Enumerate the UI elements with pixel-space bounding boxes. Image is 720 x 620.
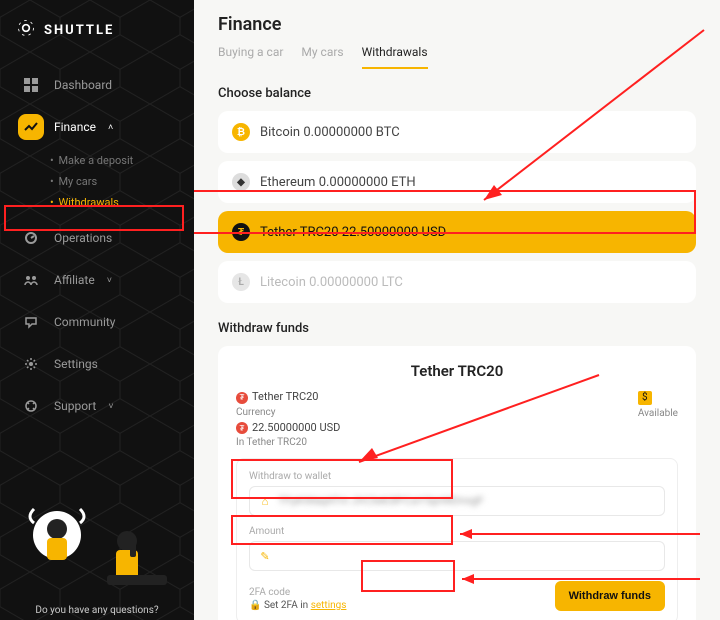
main-content: Finance Buying a car My cars Withdrawals… bbox=[194, 0, 720, 620]
affiliate-icon bbox=[18, 267, 44, 293]
tab-withdrawals[interactable]: Withdrawals bbox=[362, 45, 428, 69]
sidebar-item-dashboard[interactable]: Dashboard bbox=[10, 64, 184, 106]
amount-field: Amount ✎ bbox=[249, 526, 665, 571]
tether-mini-icon: ₮ bbox=[236, 392, 248, 404]
sidebar-item-label: Support bbox=[54, 399, 96, 413]
sidebar-item-label: Settings bbox=[54, 357, 98, 371]
withdraw-panel: Tether TRC20 ₮Tether TRC20 Currency ₮22.… bbox=[218, 346, 696, 620]
balance-tether[interactable]: ₮ Tether TRC20 22.50000000 USD bbox=[218, 211, 696, 253]
finance-icon bbox=[18, 114, 44, 140]
operations-icon bbox=[18, 225, 44, 251]
brand: SHUTTLE bbox=[0, 0, 194, 64]
tab-my-cars[interactable]: My cars bbox=[301, 45, 343, 69]
tether-mini-icon: ₮ bbox=[236, 422, 248, 434]
wallet-input[interactable] bbox=[278, 495, 656, 507]
gear-icon bbox=[18, 351, 44, 377]
dollar-icon: $ bbox=[638, 391, 652, 405]
page-title: Finance bbox=[218, 14, 696, 35]
sidebar-item-operations[interactable]: Operations bbox=[10, 217, 184, 259]
amount-label: Amount bbox=[249, 526, 665, 537]
tfa-block: 2FA code 🔒 Set 2FA in settings bbox=[249, 587, 346, 611]
withdraw-button[interactable]: Withdraw funds bbox=[555, 581, 665, 611]
sidebar-item-finance[interactable]: Finance ˄ bbox=[10, 106, 184, 148]
tab-buying-a-car[interactable]: Buying a car bbox=[218, 45, 283, 69]
panel-title: Tether TRC20 bbox=[236, 362, 678, 380]
subnav-my-cars[interactable]: My cars bbox=[50, 171, 184, 192]
wallet-label: Withdraw to wallet bbox=[249, 471, 665, 482]
sidebar: SHUTTLE Dashboard Finance ˄ Make a depos… bbox=[0, 0, 194, 620]
amount-input[interactable] bbox=[278, 550, 656, 562]
withdraw-form: Withdraw to wallet ⌂ Amount ✎ 2FA code 🔒… bbox=[236, 458, 678, 620]
help-text: Do you have any questions? bbox=[0, 601, 194, 620]
litecoin-icon: Ł bbox=[232, 273, 250, 291]
tfa-label: 2FA code bbox=[249, 587, 346, 598]
form-footer: 2FA code 🔒 Set 2FA in settings Withdraw … bbox=[249, 581, 665, 611]
help-illustration bbox=[10, 483, 184, 593]
subnav-withdrawals[interactable]: Withdrawals bbox=[50, 192, 184, 213]
tfa-settings-link[interactable]: settings bbox=[311, 600, 347, 611]
sidebar-item-label: Operations bbox=[54, 231, 112, 245]
tabs: Buying a car My cars Withdrawals bbox=[218, 45, 696, 70]
sidebar-item-label: Finance bbox=[54, 120, 96, 134]
balance-litecoin[interactable]: Ł Litecoin 0.00000000 LTC bbox=[218, 261, 696, 303]
balance-list: ₿ Bitcoin 0.00000000 BTC ◆ Ethereum 0.00… bbox=[218, 111, 696, 303]
community-icon bbox=[18, 309, 44, 335]
subnav-make-deposit[interactable]: Make a deposit bbox=[50, 150, 184, 171]
bitcoin-icon: ₿ bbox=[232, 123, 250, 141]
support-icon bbox=[18, 393, 44, 419]
chevron-up-icon: ˄ bbox=[108, 122, 113, 133]
finance-submenu: Make a deposit My cars Withdrawals bbox=[50, 150, 184, 213]
wallet-input-wrap[interactable]: ⌂ bbox=[249, 486, 665, 516]
sidebar-item-support[interactable]: Support ˅ bbox=[10, 385, 184, 427]
brand-logo-icon bbox=[16, 18, 36, 42]
nav: Dashboard Finance ˄ Make a deposit My ca… bbox=[0, 64, 194, 427]
balance-bitcoin[interactable]: ₿ Bitcoin 0.00000000 BTC bbox=[218, 111, 696, 153]
amount-input-wrap[interactable]: ✎ bbox=[249, 541, 665, 571]
sidebar-item-affiliate[interactable]: Affiliate ˅ bbox=[10, 259, 184, 301]
dashboard-icon bbox=[18, 72, 44, 98]
amount-icon: ✎ bbox=[258, 549, 272, 563]
sidebar-item-community[interactable]: Community bbox=[10, 301, 184, 343]
annotation-arrow-to-withdrawals bbox=[194, 62, 204, 217]
tether-icon: ₮ bbox=[232, 223, 250, 241]
chevron-down-icon: ˅ bbox=[107, 275, 112, 286]
sidebar-item-label: Dashboard bbox=[54, 78, 112, 92]
sidebar-item-label: Community bbox=[54, 315, 115, 329]
brand-name: SHUTTLE bbox=[44, 23, 114, 38]
choose-balance-label: Choose balance bbox=[218, 86, 696, 101]
tfa-lock-icon: 🔒 bbox=[249, 600, 261, 611]
wallet-field: Withdraw to wallet ⌂ bbox=[249, 471, 665, 516]
ethereum-icon: ◆ bbox=[232, 173, 250, 191]
withdraw-funds-label: Withdraw funds bbox=[218, 321, 696, 336]
sidebar-item-label: Affiliate bbox=[54, 273, 95, 287]
wallet-icon: ⌂ bbox=[258, 494, 272, 508]
chevron-down-icon: ˅ bbox=[108, 401, 113, 412]
sidebar-item-settings[interactable]: Settings bbox=[10, 343, 184, 385]
balance-ethereum[interactable]: ◆ Ethereum 0.00000000 ETH bbox=[218, 161, 696, 203]
panel-summary: ₮Tether TRC20 Currency ₮22.50000000 USD … bbox=[236, 390, 678, 448]
